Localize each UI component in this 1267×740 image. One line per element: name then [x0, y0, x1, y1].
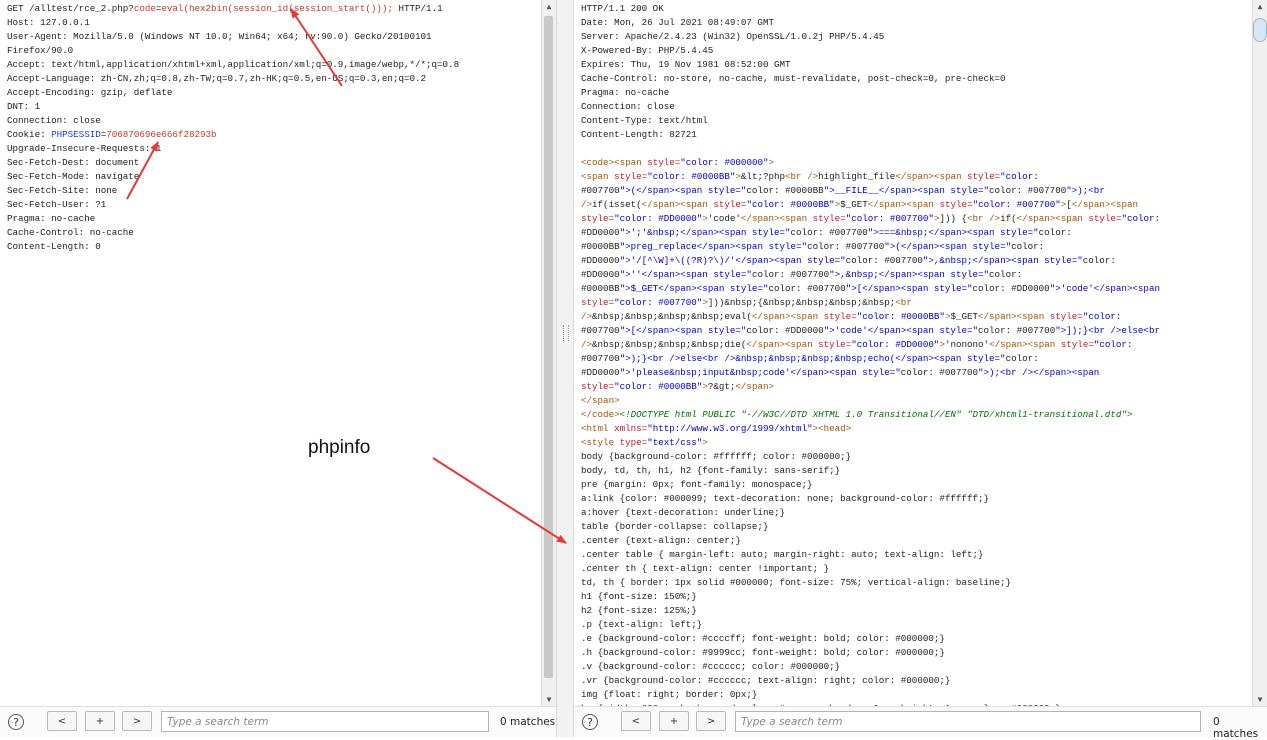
response-line: Server: Apache/2.4.23 (Win32) OpenSSL/1.… [581, 31, 885, 42]
request-scroll-thumb[interactable] [544, 16, 553, 678]
response-line: #DD0000">'/[^\W]+\((?R)?\)/'</span><span… [581, 255, 1116, 266]
request-match-count: 0 matches [500, 716, 556, 728]
add-match-button[interactable]: + [85, 711, 115, 731]
request-line: Sec-Fetch-User: ?1 [7, 199, 107, 210]
response-line: body {background-color: #ffffff; color: … [581, 451, 852, 462]
response-line: .h {background-color: #9999cc; font-weig… [581, 647, 945, 658]
response-line: style="color: #0000BB">?&gt;</span> [581, 381, 775, 392]
response-line: HTTP/1.1 200 OK [581, 3, 664, 14]
request-line: Accept-Language: zh-CN,zh;q=0.8,zh-TW;q=… [7, 73, 427, 84]
response-line: .center table { margin-left: auto; margi… [581, 549, 984, 560]
response-line: .center {text-align: center;} [581, 535, 741, 546]
response-line: Expires: Thu, 19 Nov 1981 08:52:00 GMT [581, 59, 791, 70]
request-line: User-Agent: Mozilla/5.0 (Windows NT 10.0… [7, 31, 432, 42]
response-editor[interactable]: HTTP/1.1 200 OK Date: Mon, 26 Jul 2021 08… [574, 0, 1251, 707]
response-line: #DD0000">';'&nbsp;</span><span style="co… [581, 227, 1072, 238]
request-line: Cookie: PHPSESSID=706870696e666f28293b [7, 129, 217, 140]
request-line: Sec-Fetch-Dest: document [7, 157, 140, 168]
response-line: body, td, th, h1, h2 {font-family: sans-… [581, 465, 841, 476]
response-match-count: 0 matches [1213, 716, 1259, 740]
request-pane: GET /alltest/rce_2.php?code=eval(hex2bin… [0, 0, 556, 737]
pane-divider[interactable] [556, 0, 574, 737]
response-line: #007700">(</span><span style="color: #00… [581, 185, 1105, 196]
previous-match-button[interactable]: < [621, 711, 651, 731]
request-line: Upgrade-Insecure-Requests: 1 [7, 143, 162, 154]
scroll-down-arrow-icon[interactable]: ▼ [542, 693, 556, 707]
response-line: .vr {background-color: #cccccc; text-ali… [581, 675, 951, 686]
request-line: GET /alltest/rce_2.php?code=eval(hex2bin… [7, 3, 443, 14]
next-match-button[interactable]: > [696, 711, 726, 731]
response-line: .v {background-color: #cccccc; color: #0… [581, 661, 841, 672]
response-line: .e {background-color: #ccccff; font-weig… [581, 633, 945, 644]
response-line: Date: Mon, 26 Jul 2021 08:49:07 GMT [581, 17, 774, 28]
add-match-button[interactable]: + [659, 711, 689, 731]
response-search-bar: ? < + > 0 matches [574, 706, 1267, 740]
response-line: #0000BB">preg_replace</span><span style=… [581, 241, 1045, 252]
response-line: Pragma: no-cache [581, 87, 670, 98]
response-line: </span> [581, 395, 620, 406]
request-line: Content-Length: 0 [7, 241, 101, 252]
response-line: .center th { text-align: center !importa… [581, 563, 830, 574]
response-line: pre {margin: 0px; font-family: monospace… [581, 479, 813, 490]
response-line: <style type="text/css"> [581, 437, 708, 448]
response-line: />if(isset(</span><span style="color: #0… [581, 199, 1138, 210]
scroll-down-arrow-icon[interactable]: ▼ [1253, 693, 1267, 707]
request-line: Firefox/90.0 [7, 45, 74, 56]
request-line: DNT: 1 [7, 101, 41, 112]
response-line: #007700">);}<br />else<br />&nbsp;&nbsp;… [581, 353, 1039, 364]
response-line: <html xmlns="http://www.w3.org/1999/xhtm… [581, 423, 852, 434]
response-line: img {float: right; border: 0px;} [581, 689, 758, 700]
response-line: table {border-collapse: collapse;} [581, 521, 769, 532]
request-line: Accept: text/html,application/xhtml+xml,… [7, 59, 460, 70]
response-line: #DD0000">'please&nbsp;input&nbsp;code'</… [581, 367, 1100, 378]
response-line [581, 142, 1251, 156]
request-editor[interactable]: GET /alltest/rce_2.php?code=eval(hex2bin… [0, 0, 540, 707]
phpinfo-annotation-label: phpinfo [308, 437, 371, 458]
response-line: td, th { border: 1px solid #000000; font… [581, 577, 1012, 588]
response-line: Cache-Control: no-store, no-cache, must-… [581, 73, 1006, 84]
response-line: Connection: close [581, 101, 675, 112]
response-line: Content-Type: text/html [581, 115, 708, 126]
response-scroll-thumb[interactable] [1253, 18, 1267, 42]
response-line: style="color: #DD0000">'code'</span><spa… [581, 213, 1161, 224]
request-line: Sec-Fetch-Site: none [7, 185, 118, 196]
response-line: #007700">[</span><span style="color: #DD… [581, 325, 1160, 336]
request-text: GET /alltest/rce_2.php?code=eval(hex2bin… [0, 0, 540, 254]
previous-match-button[interactable]: < [47, 711, 77, 731]
response-line: <code><span style="color: #000000"> [581, 157, 775, 168]
request-line: Host: 127.0.0.1 [7, 17, 90, 28]
request-search-input[interactable] [161, 711, 489, 732]
request-line: Accept-Encoding: gzip, deflate [7, 87, 173, 98]
response-line: X-Powered-By: PHP/5.4.45 [581, 45, 714, 56]
response-line: a:hover {text-decoration: underline;} [581, 507, 785, 518]
scroll-up-arrow-icon[interactable]: ▲ [1253, 0, 1267, 14]
help-icon[interactable]: ? [8, 714, 24, 730]
divider-grip-icon[interactable] [563, 325, 569, 341]
request-line: Pragma: no-cache [7, 213, 96, 224]
next-match-button[interactable]: > [122, 711, 152, 731]
response-line: />&nbsp;&nbsp;&nbsp;&nbsp;die(</span><sp… [581, 339, 1133, 350]
response-pane: HTTP/1.1 200 OK Date: Mon, 26 Jul 2021 08… [574, 0, 1267, 740]
response-line: </code><!DOCTYPE html PUBLIC "-//W3C//DT… [581, 409, 1133, 420]
response-line: <span style="color: #0000BB">&lt;?php<br… [581, 171, 1039, 182]
response-line: h2 {font-size: 125%;} [581, 605, 697, 616]
request-line: Cache-Control: no-cache [7, 227, 134, 238]
response-text: HTTP/1.1 200 OK Date: Mon, 26 Jul 2021 08… [574, 0, 1251, 707]
response-line: #DD0000">''</span><span style="color: #0… [581, 269, 1023, 280]
request-search-bar: ? < + > 0 matches [0, 706, 556, 737]
response-line: .p {text-align: left;} [581, 619, 703, 630]
response-line: style="color: #007700">]))&nbsp;{&nbsp;&… [581, 297, 912, 308]
request-line: Sec-Fetch-Mode: navigate [7, 171, 140, 182]
request-line: Connection: close [7, 115, 101, 126]
request-scrollbar[interactable]: ▲ ▼ [541, 0, 556, 707]
response-line: h1 {font-size: 150%;} [581, 591, 697, 602]
response-line: Content-Length: 82721 [581, 129, 697, 140]
response-scrollbar[interactable]: ▲ ▼ [1252, 0, 1267, 707]
help-icon[interactable]: ? [582, 714, 598, 730]
scroll-up-arrow-icon[interactable]: ▲ [542, 0, 556, 14]
response-line: />&nbsp;&nbsp;&nbsp;&nbsp;eval(</span><s… [581, 311, 1122, 322]
response-line: a:link {color: #000099; text-decoration:… [581, 493, 989, 504]
response-line: #0000BB">$_GET</span><span style="color:… [581, 283, 1160, 294]
response-search-input[interactable] [735, 711, 1201, 732]
